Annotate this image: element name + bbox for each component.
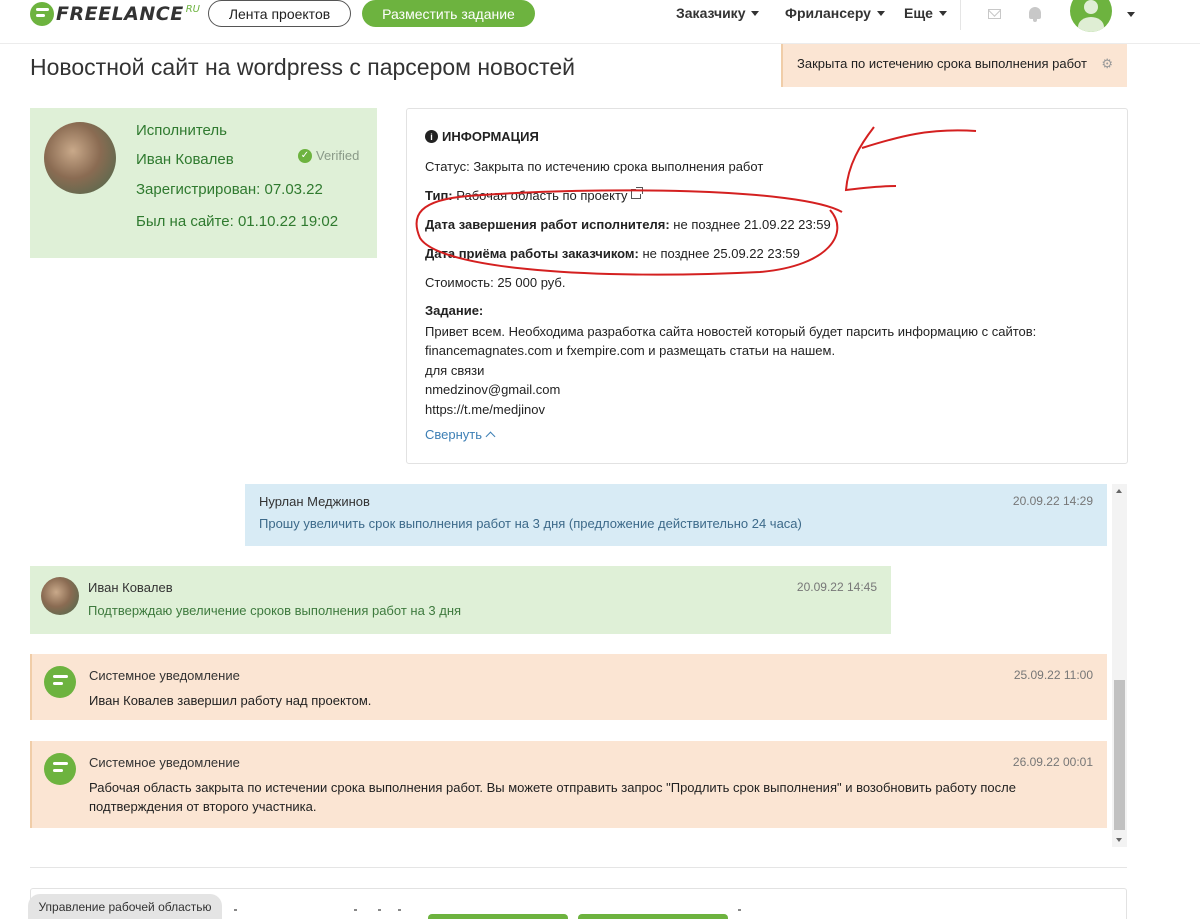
status-banner-text: Закрыта по истечению срока выполнения ра…	[797, 56, 1087, 71]
info-cost: Стоимость: 25 000 руб.	[425, 275, 565, 290]
dot	[398, 909, 401, 911]
message-author: Системное уведомление	[89, 668, 240, 683]
dot	[738, 909, 741, 911]
message-system: Системное уведомление 26.09.22 00:01 Раб…	[30, 741, 1107, 828]
projects-feed-button[interactable]: Лента проектов	[208, 0, 351, 27]
check-circle-icon: ✓	[298, 148, 312, 163]
info-icon: i	[425, 130, 438, 143]
workspace-action-button[interactable]	[428, 914, 568, 919]
divider	[30, 867, 1127, 868]
nav-for-freelancers-label: Фрилансеру	[785, 5, 871, 21]
info-accept-value: не позднее 25.09.22 23:59	[638, 246, 800, 261]
nav-more-label: Еще	[904, 5, 933, 21]
info-cost-label: Стоимость:	[425, 275, 494, 290]
workspace-management-tab[interactable]: Управление рабочей областью	[28, 894, 222, 919]
info-heading-label: ИНФОРМАЦИЯ	[442, 129, 539, 144]
message-author: Нурлан Меджинов	[259, 494, 370, 509]
scroll-thumb[interactable]	[1114, 680, 1125, 830]
mail-icon[interactable]	[988, 9, 1001, 19]
executor-last-seen: Был на сайте: 01.10.22 19:02	[136, 213, 339, 230]
logo-mark-icon	[30, 2, 54, 26]
chevron-down-icon	[751, 10, 760, 16]
message-author: Системное уведомление	[89, 755, 240, 770]
task-label: Задание:	[425, 303, 484, 318]
info-type-value[interactable]: Рабочая область по проекту	[453, 188, 627, 203]
message-text: Подтверждаю увеличение сроков выполнения…	[88, 603, 462, 618]
scroll-up-icon[interactable]	[1116, 489, 1122, 493]
dot	[378, 909, 381, 911]
user-avatar[interactable]	[1070, 0, 1112, 32]
system-logo-icon	[44, 753, 76, 785]
info-type: Тип: Рабочая область по проекту	[425, 187, 643, 203]
chevron-down-icon	[938, 10, 947, 16]
executor-avatar-small[interactable]	[41, 577, 79, 615]
message-time: 20.09.22 14:45	[796, 580, 877, 594]
info-panel: i ИНФОРМАЦИЯ Статус: Закрыта по истечени…	[406, 108, 1128, 464]
message-time: 20.09.22 14:29	[1012, 494, 1093, 508]
collapse-link[interactable]: Свернуть	[425, 427, 496, 442]
info-deadline: Дата завершения работ исполнителя: не по…	[425, 217, 831, 232]
info-deadline-label: Дата завершения работ исполнителя:	[425, 217, 670, 232]
message-system: Системное уведомление 25.09.22 11:00 Ива…	[30, 654, 1107, 720]
message-executor: Иван Ковалев 20.09.22 14:45 Подтверждаю …	[30, 566, 891, 634]
message-author: Иван Ковалев	[88, 580, 173, 595]
workspace-action-button[interactable]	[578, 914, 728, 919]
info-accept-label: Дата приёма работы заказчиком:	[425, 246, 639, 261]
dot	[234, 909, 237, 911]
executor-name[interactable]: Иван Ковалев	[136, 151, 234, 168]
message-text: Иван Ковалев завершил работу над проекто…	[89, 693, 372, 708]
info-type-label: Тип:	[425, 188, 453, 203]
dot	[354, 909, 357, 911]
header-divider	[960, 0, 961, 30]
status-banner: Закрыта по истечению срока выполнения ра…	[781, 44, 1127, 87]
executor-role: Исполнитель	[136, 122, 227, 139]
nav-for-clients[interactable]: Заказчику	[676, 5, 760, 21]
info-deadline-value: не позднее 21.09.22 23:59	[669, 217, 831, 232]
logo-text: FREELANCE	[56, 3, 184, 25]
nav-for-clients-label: Заказчику	[676, 5, 746, 21]
logo-suffix: RU	[185, 4, 200, 15]
external-link-icon[interactable]	[630, 187, 643, 199]
info-accept-date: Дата приёма работы заказчиком: не поздне…	[425, 246, 800, 261]
executor-registered: Зарегистрирован: 07.03.22	[136, 181, 323, 198]
info-heading: i ИНФОРМАЦИЯ	[425, 129, 539, 144]
chevron-up-icon	[485, 431, 496, 442]
message-text: Прошу увеличить срок выполнения работ на…	[259, 516, 802, 531]
top-header: FREELANCE RU Лента проектов Разместить з…	[0, 0, 1200, 44]
info-status: Статус: Закрыта по истечению срока выпол…	[425, 159, 763, 174]
info-status-value: Закрыта по истечению срока выполнения ра…	[469, 159, 764, 174]
message-text: Рабочая область закрыта по истечении сро…	[89, 780, 1016, 814]
collapse-label: Свернуть	[425, 427, 483, 442]
message-client: Нурлан Меджинов 20.09.22 14:29 Прошу уве…	[245, 484, 1107, 546]
system-logo-icon	[44, 666, 76, 698]
post-task-button[interactable]: Разместить задание	[362, 0, 535, 27]
message-time: 26.09.22 00:01	[1012, 755, 1093, 769]
message-time: 25.09.22 11:00	[1013, 668, 1093, 682]
executor-avatar[interactable]	[44, 122, 116, 194]
executor-card: Исполнитель Иван Ковалев ✓ Verified Заре…	[30, 108, 377, 258]
gear-icon[interactable]: ⚙	[1101, 56, 1113, 72]
scroll-down-icon[interactable]	[1116, 838, 1122, 842]
bell-icon[interactable]	[1029, 7, 1041, 22]
chevron-down-icon[interactable]	[1127, 12, 1135, 17]
verified-badge: ✓ Verified	[298, 148, 359, 163]
nav-more[interactable]: Еще	[904, 5, 947, 21]
verified-label: Verified	[316, 148, 360, 163]
page-title: Новостной сайт на wordpress с парсером н…	[30, 54, 576, 80]
nav-for-freelancers[interactable]: Фрилансеру	[785, 5, 885, 21]
info-cost-value: 25 000 руб.	[493, 275, 566, 290]
task-description: Привет всем. Необходима разработка сайта…	[425, 324, 1037, 417]
info-status-label: Статус:	[425, 159, 470, 174]
chevron-down-icon	[876, 10, 885, 16]
freelance-logo[interactable]: FREELANCE RU	[30, 2, 200, 26]
chat-scrollbar[interactable]	[1112, 484, 1127, 847]
